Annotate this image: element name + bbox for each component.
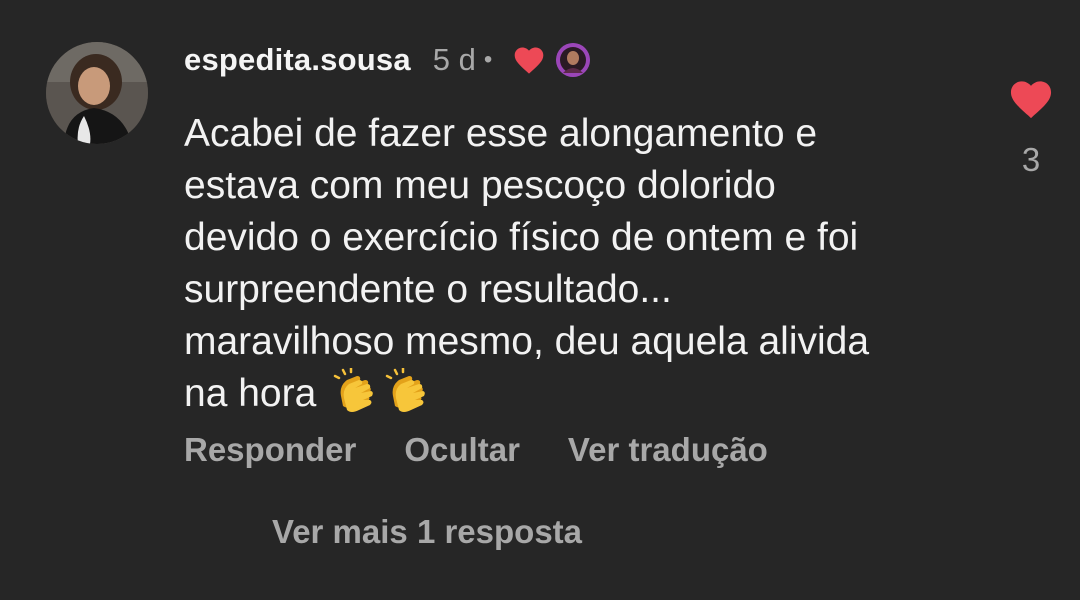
comment-actions: Responder Ocultar Ver tradução <box>184 428 816 472</box>
comment-header: espedita.sousa 5 d • <box>184 38 591 82</box>
creator-liked-heart-icon <box>512 45 546 75</box>
creator-avatar <box>556 43 591 77</box>
timestamp: 5 d <box>432 42 476 77</box>
view-replies-button[interactable]: Ver mais 1 resposta <box>272 513 582 551</box>
like-count: 3 <box>1021 141 1041 178</box>
clapping-hands-icon <box>331 366 379 416</box>
avatar[interactable] <box>46 42 148 144</box>
like-area: 3 <box>1003 78 1059 179</box>
comment-text: Acabei de fazer esse alongamento e estav… <box>184 108 974 420</box>
hide-button[interactable]: Ocultar <box>404 431 520 469</box>
reply-button[interactable]: Responder <box>184 431 356 469</box>
separator: • <box>483 46 493 73</box>
comment: espedita.sousa 5 d • Acabei de fazer ess… <box>0 0 1080 600</box>
comment-body: Acabei de fazer esse alongamento e estav… <box>184 112 870 415</box>
clapping-hands-icon <box>383 366 431 416</box>
translate-button[interactable]: Ver tradução <box>568 431 768 469</box>
like-heart-icon[interactable] <box>1007 78 1055 120</box>
username[interactable]: espedita.sousa <box>184 42 411 78</box>
